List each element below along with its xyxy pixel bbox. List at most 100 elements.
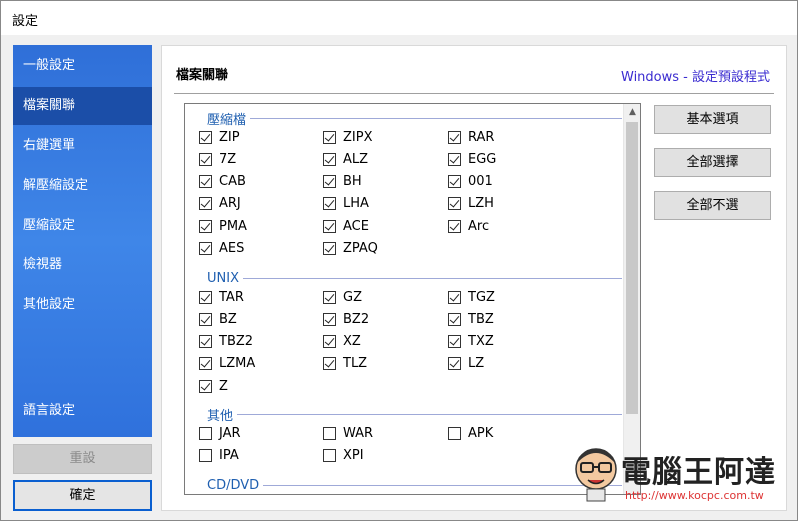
checkbox-label: LZ [468,356,485,372]
sidebar-item-file-association[interactable]: 檔案關聯 [13,87,152,125]
checkbox-box[interactable] [448,290,461,304]
checkbox-item[interactable]: BZ [199,310,237,328]
checkbox-box[interactable] [199,335,212,349]
checkbox-item[interactable]: XPI [323,446,364,464]
windows-default-apps-link[interactable]: Windows - 設定預設程式 [621,66,770,85]
checkbox-item[interactable]: TBZ [448,310,494,328]
checkbox-item[interactable]: Z [199,377,228,395]
window-title: 設定 [12,14,39,29]
checkbox-box[interactable] [199,152,212,166]
checkbox-item[interactable]: TBZ2 [199,333,253,351]
list-scrollbar[interactable]: ▲ [623,104,640,494]
checkbox-item[interactable]: XZ [323,333,361,351]
checkbox-label: LHA [343,196,369,212]
checkbox-label: Arc [468,218,490,234]
checkbox-box[interactable] [323,426,336,440]
checkbox-label: ZPAQ [343,241,378,256]
checkbox-label: IPA [219,447,239,463]
file-type-list[interactable]: 壓縮檔 ZIP ZIPX RAR 7Z ALZ EGG CAB BH 001 ARJ LHA LZH PM… [184,103,641,495]
checkbox-item[interactable]: 7Z [199,150,236,168]
checkbox-box[interactable] [199,357,212,371]
scroll-thumb[interactable] [626,122,638,414]
checkbox-item[interactable]: EGG [448,150,496,168]
reset-button[interactable]: 重設 [13,444,152,474]
checkbox-box[interactable] [448,197,461,211]
select-none-button[interactable]: 全部不選 [654,191,771,220]
checkbox-label: 7Z [219,151,237,167]
select-all-button[interactable]: 全部選擇 [654,148,771,177]
ok-button[interactable]: 確定 [13,480,152,511]
settings-window: 設定 一般設定 檔案關聯 右鍵選單 解壓縮設定 壓縮設定 檢視器 其他設定 語言… [0,0,798,521]
checkbox-label: ARJ [219,196,241,212]
checkbox-box[interactable] [448,357,461,371]
sidebar-item-extract[interactable]: 解壓縮設定 [13,167,152,205]
sidebar-item-general[interactable]: 一般設定 [13,47,152,85]
checkbox-box[interactable] [323,219,336,233]
checkbox-item[interactable]: LZH [448,195,494,213]
checkbox-box[interactable] [323,290,336,304]
checkbox-item[interactable]: ZIPX [323,128,373,146]
checkbox-item[interactable]: BH [323,173,362,191]
scroll-up-arrow-icon[interactable]: ▲ [624,104,640,121]
checkbox-box[interactable] [448,219,461,233]
checkbox-box[interactable] [199,130,212,144]
basic-options-button[interactable]: 基本選項 [654,105,771,134]
checkbox-box[interactable] [199,197,212,211]
checkbox-item[interactable]: TAR [199,288,244,306]
checkbox-label: TLZ [343,356,368,372]
sidebar-item-compress[interactable]: 壓縮設定 [13,207,152,245]
checkbox-item[interactable]: IPA [199,446,239,464]
checkbox-item[interactable]: APK [448,424,493,442]
mascot-face-icon [575,448,617,502]
checkbox-box[interactable] [323,152,336,166]
checkbox-box[interactable] [323,242,336,255]
checkbox-item[interactable]: WAR [323,424,373,442]
checkbox-box[interactable] [199,379,212,393]
checkbox-box[interactable] [448,175,461,189]
sidebar-item-language[interactable]: 語言設定 [13,392,152,430]
checkbox-item[interactable]: GZ [323,288,362,306]
checkbox-box[interactable] [323,448,336,462]
checkbox-item[interactable]: ACE [323,217,369,235]
checkbox-item[interactable]: TLZ [323,355,367,373]
checkbox-box[interactable] [323,357,336,371]
checkbox-item[interactable]: TGZ [448,288,495,306]
checkbox-box[interactable] [323,175,336,189]
checkbox-box[interactable] [448,152,461,166]
checkbox-item[interactable]: AES [199,240,244,258]
checkbox-item[interactable]: ZPAQ [323,240,378,258]
checkbox-box[interactable] [199,312,212,326]
checkbox-item[interactable]: PMA [199,217,247,235]
checkbox-item[interactable]: 001 [448,173,493,191]
checkbox-label: TBZ2 [219,334,254,350]
checkbox-item[interactable]: LHA [323,195,369,213]
checkbox-box[interactable] [323,130,336,144]
checkbox-box[interactable] [199,448,212,462]
checkbox-item[interactable]: RAR [448,128,494,146]
checkbox-box[interactable] [199,219,212,233]
checkbox-box[interactable] [448,335,461,349]
checkbox-item[interactable]: TXZ [448,333,494,351]
checkbox-box[interactable] [323,335,336,349]
checkbox-item[interactable]: ARJ [199,195,241,213]
sidebar-item-viewer[interactable]: 檢視器 [13,246,152,284]
checkbox-box[interactable] [448,312,461,326]
sidebar-item-other[interactable]: 其他設定 [13,286,152,324]
checkbox-box[interactable] [323,197,336,211]
checkbox-box[interactable] [448,130,461,144]
checkbox-box[interactable] [199,290,212,304]
checkbox-item[interactable]: ALZ [323,150,368,168]
checkbox-box[interactable] [448,426,461,440]
checkbox-box[interactable] [323,312,336,326]
checkbox-item[interactable]: CAB [199,173,246,191]
checkbox-item[interactable]: LZMA [199,355,255,373]
checkbox-box[interactable] [199,175,212,189]
checkbox-item[interactable]: JAR [199,424,241,442]
checkbox-box[interactable] [199,426,212,440]
checkbox-item[interactable]: Arc [448,217,489,235]
checkbox-box[interactable] [199,242,212,255]
checkbox-item[interactable]: BZ2 [323,310,369,328]
sidebar-item-context-menu[interactable]: 右鍵選單 [13,127,152,165]
checkbox-item[interactable]: ZIP [199,128,240,146]
checkbox-item[interactable]: LZ [448,355,484,373]
